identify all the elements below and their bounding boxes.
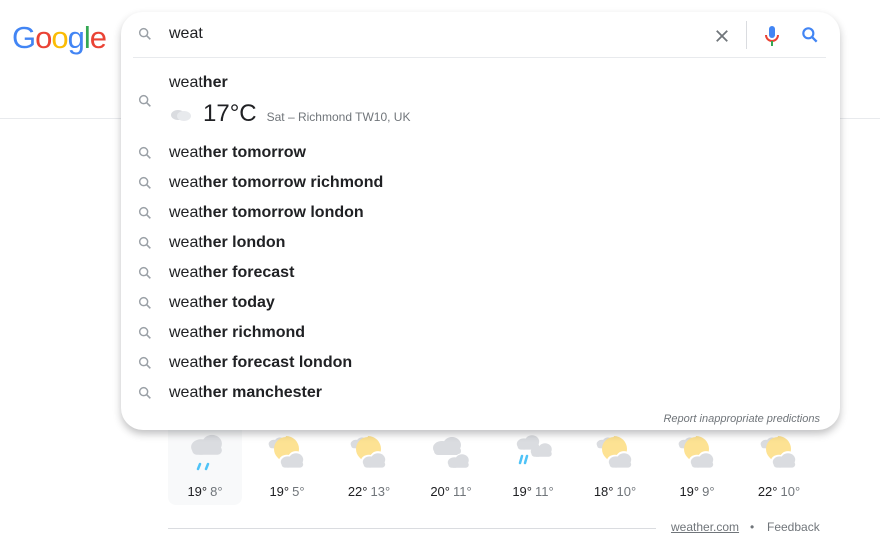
close-icon[interactable]	[713, 27, 731, 45]
logo-letter: o	[35, 20, 52, 55]
suggestion-completion: her london	[202, 234, 286, 251]
google-logo[interactable]: Google	[12, 20, 107, 56]
high-temp: 22°	[757, 484, 778, 499]
search-icon	[138, 356, 151, 369]
suggestion-item[interactable]: weather tomorrow london	[121, 198, 840, 228]
suggestion-completion: her tomorrow	[202, 144, 306, 161]
logo-letter: e	[89, 20, 107, 55]
suggestion-item[interactable]: weather today	[121, 288, 840, 318]
high-temp: 22°	[347, 484, 368, 499]
suggestion-prefix: weat	[169, 144, 203, 161]
feedback-link[interactable]: Feedback	[767, 520, 820, 534]
high-temp: 19°	[512, 484, 532, 499]
partly-cloudy-icon	[350, 436, 387, 468]
suggestion-item[interactable]: weather tomorrow richmond	[121, 168, 840, 198]
suggestion-completion: her tomorrow london	[202, 204, 364, 221]
search-icon	[138, 386, 151, 399]
rain-icon	[191, 434, 222, 471]
search-box[interactable]: weat	[121, 12, 840, 57]
mic-icon[interactable]	[762, 24, 782, 48]
low-temp: 11°	[452, 484, 472, 499]
search-icon	[138, 296, 151, 309]
search-icon	[138, 27, 151, 40]
suggestion-prefix: weat	[169, 384, 203, 401]
suggestion-item[interactable]: weather forecast london	[121, 348, 840, 378]
cloudy-icon	[433, 437, 470, 468]
suggestion-item[interactable]: weather manchester	[121, 378, 840, 408]
suggestion-item[interactable]: weather forecast	[121, 258, 840, 288]
suggestion-prefix: weat	[169, 264, 203, 281]
vertical-divider	[746, 21, 747, 49]
weather-location: Sat – Richmond TW10, UK	[266, 110, 411, 124]
low-temp: 8°	[210, 484, 223, 499]
suggestion-completion: her manchester	[202, 384, 322, 401]
high-temp: 19°	[679, 484, 700, 499]
search-icon	[138, 236, 151, 249]
suggestion-prefix: weat	[169, 204, 203, 221]
high-temp: 18°	[593, 484, 614, 499]
suggestion-completion: her richmond	[202, 324, 306, 341]
high-temp: 20°	[430, 484, 450, 499]
logo-letter: G	[12, 20, 36, 55]
low-temp: 9°	[702, 484, 715, 499]
search-icon	[138, 176, 151, 189]
low-temp: 13°	[370, 484, 391, 499]
suggestion-completion: her	[202, 74, 228, 91]
suggestion-item[interactable]: weather tomorrow	[121, 138, 840, 168]
report-predictions-link[interactable]: Report inappropriate predictions	[663, 413, 820, 425]
search-icon	[138, 146, 151, 159]
current-temperature: 17°C	[203, 100, 257, 127]
search-divider	[133, 57, 826, 58]
low-temp: 11°	[534, 484, 554, 499]
search-icon	[138, 206, 151, 219]
high-temp: 19°	[187, 484, 208, 499]
partly-cloudy-icon	[678, 436, 715, 468]
suggestion-completion: her forecast london	[202, 354, 353, 371]
partly-cloudy-icon	[596, 436, 633, 468]
low-temp: 10°	[780, 484, 801, 499]
search-button-icon[interactable]	[800, 25, 820, 45]
high-temp: 19°	[269, 484, 290, 499]
separator: •	[750, 520, 755, 534]
low-temp: 10°	[616, 484, 637, 499]
suggestion-prefix: weat	[169, 74, 203, 91]
suggestion-prefix: weat	[169, 234, 203, 251]
showers-icon	[516, 435, 552, 465]
search-icon	[138, 266, 151, 279]
suggestion-completion: her tomorrow richmond	[202, 174, 384, 191]
logo-letter: o	[51, 20, 68, 55]
suggestion-item[interactable]: weather richmond	[121, 318, 840, 348]
suggestion-prefix: weat	[169, 174, 203, 191]
search-icon	[138, 94, 151, 107]
weather-source-link[interactable]: weather.com	[671, 520, 739, 534]
suggestion-completion: her today	[202, 294, 275, 311]
footer-divider	[168, 528, 656, 529]
search-icon	[138, 326, 151, 339]
suggestion-prefix: weat	[169, 354, 203, 371]
search-input[interactable]: weat	[169, 25, 203, 43]
search-dropdown: weat weather 17°C Sat – Richmond TW10, U…	[121, 12, 840, 430]
suggestion-completion: her forecast	[202, 264, 295, 281]
partly-cloudy-icon	[760, 436, 797, 468]
suggestion-item[interactable]: weather london	[121, 228, 840, 258]
cloudy-icon	[171, 110, 191, 121]
low-temp: 5°	[292, 484, 305, 499]
logo-letter: g	[67, 20, 85, 55]
suggestion-prefix: weat	[169, 294, 203, 311]
partly-cloudy-icon	[268, 436, 305, 468]
suggestion-prefix: weat	[169, 324, 203, 341]
